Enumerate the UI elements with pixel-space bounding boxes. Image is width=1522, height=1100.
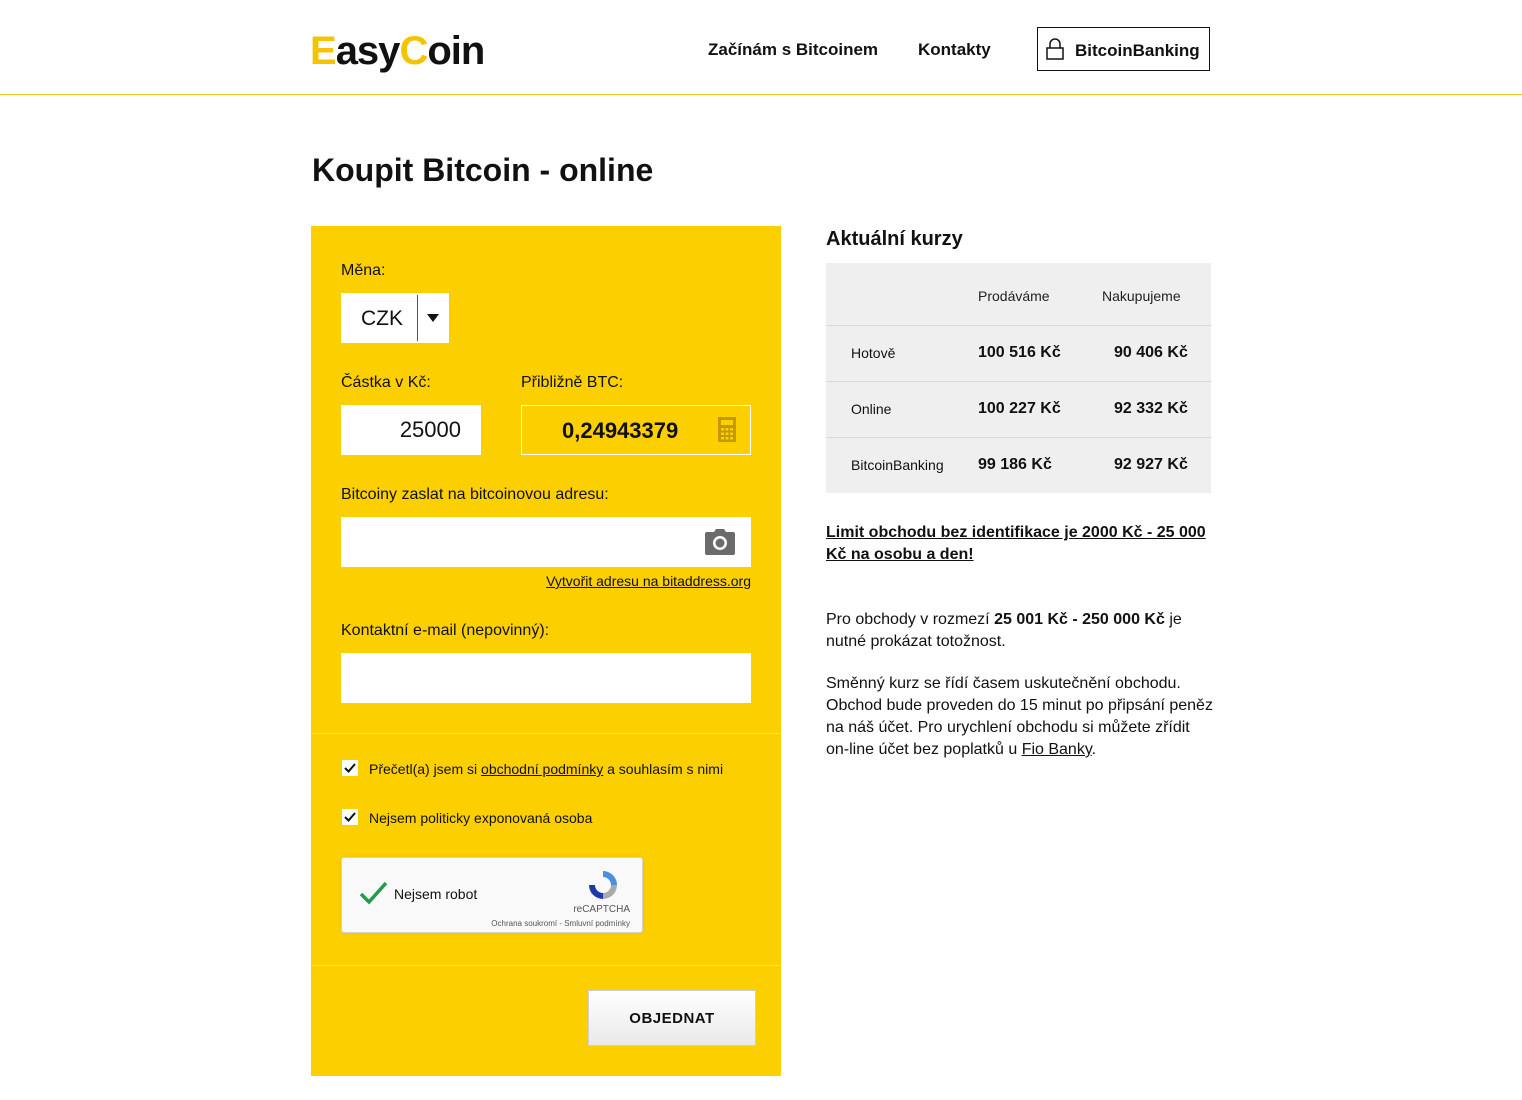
identification-notice: Pro obchody v rozmezí 25 001 Kč - 250 00… xyxy=(826,609,1216,653)
rate-end: . xyxy=(1091,741,1097,758)
table-row: BitcoinBanking 99 186 Kč 92 927 Kč xyxy=(826,437,1211,494)
logo-letter-e: E xyxy=(310,29,337,73)
currency-value: CZK xyxy=(361,307,403,330)
calculator-icon[interactable] xyxy=(718,417,736,442)
recaptcha-widget[interactable]: Nejsem robot reCAPTCHA Ochrana soukromí … xyxy=(341,857,643,933)
exchange-rate-notice: Směnný kurz se řídí časem uskutečnění ob… xyxy=(826,673,1216,761)
terms-label: Přečetl(a) jsem si obchodní podmínky a s… xyxy=(369,761,723,777)
form-divider xyxy=(311,733,781,734)
lock-icon xyxy=(1046,38,1064,60)
recaptcha-logo-icon xyxy=(589,871,617,899)
bitcoin-address-input[interactable] xyxy=(341,517,751,567)
nav-contacts[interactable]: Kontakty xyxy=(918,40,991,60)
nav-getting-started[interactable]: Začínám s Bitcoinem xyxy=(708,40,878,60)
terms-checkbox[interactable] xyxy=(342,760,358,776)
currency-divider xyxy=(417,295,418,341)
create-address-link[interactable]: Vytvořit adresu na bitaddress.org xyxy=(546,573,751,589)
rate-sell: 99 186 Kč xyxy=(978,456,1052,473)
rate-buy: 90 406 Kč xyxy=(1114,344,1188,361)
rates-table: Prodáváme Nakupujeme Hotově 100 516 Kč 9… xyxy=(826,263,1211,493)
site-header: EasyCoin Začínám s Bitcoinem Kontakty Bi… xyxy=(0,0,1522,95)
email-label: Kontaktní e-mail (nepovinný): xyxy=(341,622,550,639)
page-title: Koupit Bitcoin - online xyxy=(312,152,654,188)
terms-suffix: a souhlasím s nimi xyxy=(603,761,724,777)
rate-sell: 100 227 Kč xyxy=(978,400,1061,417)
form-divider-bottom xyxy=(311,965,781,966)
btc-estimate-field: 0,24943379 xyxy=(521,405,751,455)
logo-text-oin: oin xyxy=(427,29,485,73)
limit-notice-link[interactable]: Limit obchodu bez identifikace je 2000 K… xyxy=(826,522,1216,566)
rate-name: BitcoinBanking xyxy=(851,457,944,473)
email-input[interactable] xyxy=(341,653,751,703)
pep-checkbox[interactable] xyxy=(342,809,358,825)
chevron-down-icon xyxy=(427,314,439,322)
checkmark-icon xyxy=(344,763,356,773)
camera-icon[interactable] xyxy=(704,528,736,556)
rate-sell: 100 516 Kč xyxy=(978,344,1061,361)
order-form-panel: Měna: CZK Částka v Kč: Přibližně BTC: 0,… xyxy=(311,226,781,1076)
bitcoinbanking-button[interactable]: BitcoinBanking xyxy=(1037,27,1210,71)
currency-select[interactable]: CZK xyxy=(341,293,449,343)
logo-letter-c: C xyxy=(399,29,428,73)
recaptcha-label: Nejsem robot xyxy=(394,886,478,902)
rate-name: Hotově xyxy=(851,345,896,361)
btc-label: Přibližně BTC: xyxy=(521,374,624,391)
address-label: Bitcoiny zaslat na bitcoinovou adresu: xyxy=(341,486,609,503)
checkmark-icon xyxy=(344,812,356,822)
bitcoinbanking-label: BitcoinBanking xyxy=(1075,41,1200,60)
id-prefix: Pro obchody v rozmezí xyxy=(826,611,995,628)
rates-header-row: Prodáváme Nakupujeme xyxy=(826,263,1211,319)
fio-bank-link[interactable]: Fio Banky xyxy=(1022,741,1092,758)
table-row: Online 100 227 Kč 92 332 Kč xyxy=(826,381,1211,438)
amount-label: Částka v Kč: xyxy=(341,374,431,391)
id-range: 25 001 Kč - 250 000 Kč xyxy=(994,611,1165,628)
table-row: Hotově 100 516 Kč 90 406 Kč xyxy=(826,325,1211,382)
rates-title: Aktuální kurzy xyxy=(826,228,963,250)
rate-name: Online xyxy=(851,401,892,417)
btc-value: 0,24943379 xyxy=(562,418,679,443)
rates-header-sell: Prodáváme xyxy=(978,288,1050,304)
rate-buy: 92 927 Kč xyxy=(1114,456,1188,473)
rate-text: Směnný kurz se řídí časem uskutečnění ob… xyxy=(826,675,1213,758)
recaptcha-terms[interactable]: Ochrana soukromí - Smluvní podmínky xyxy=(491,919,630,928)
pep-label: Nejsem politicky exponovaná osoba xyxy=(369,810,593,826)
terms-link[interactable]: obchodní podmínky xyxy=(481,761,603,777)
terms-prefix: Přečetl(a) jsem si xyxy=(369,761,482,777)
recaptcha-brand: reCAPTCHA xyxy=(573,904,630,915)
rate-buy: 92 332 Kč xyxy=(1114,400,1188,417)
order-button[interactable]: OBJEDNAT xyxy=(588,990,756,1046)
logo-text-asy: asy xyxy=(335,29,401,73)
amount-input[interactable] xyxy=(341,405,481,455)
currency-label: Měna: xyxy=(341,262,386,279)
easycoin-logo[interactable]: EasyCoin xyxy=(310,28,485,74)
rates-header-buy: Nakupujeme xyxy=(1102,288,1181,304)
green-checkmark-icon[interactable] xyxy=(358,880,388,906)
